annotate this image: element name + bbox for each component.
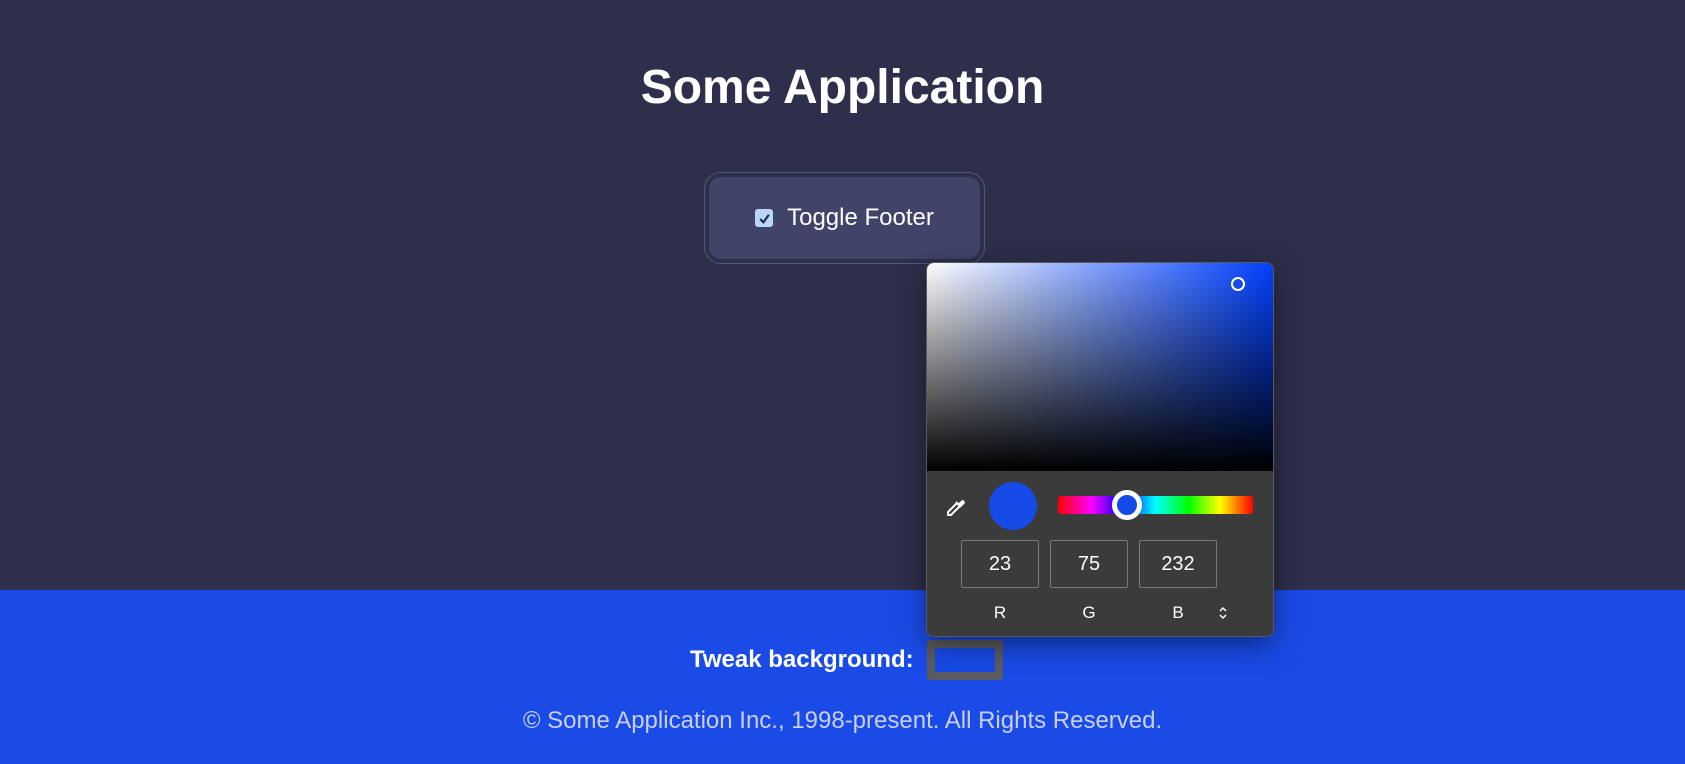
color-mode-switch-button[interactable] — [1215, 604, 1231, 622]
eyedropper-icon — [947, 500, 965, 516]
background-color-input[interactable] — [926, 640, 1003, 680]
color-picker-popup: R G B — [926, 262, 1274, 637]
red-label: R — [993, 603, 1007, 622]
hue-slider-thumb[interactable] — [1112, 490, 1143, 520]
tweak-background-row: Tweak background: — [690, 640, 1003, 680]
toggle-footer-checkbox[interactable] — [755, 209, 774, 227]
green-label: G — [1082, 603, 1096, 622]
hue-slider[interactable] — [1058, 490, 1253, 520]
color-swatch — [934, 648, 995, 672]
toggle-footer-button[interactable]: Toggle Footer — [704, 172, 985, 264]
footer: Tweak background: © Some Application Inc… — [0, 590, 1685, 764]
color-preview — [989, 482, 1037, 530]
checkmark-icon — [759, 213, 770, 224]
rgb-labels: R G B — [961, 603, 1217, 623]
blue-input[interactable] — [1139, 540, 1217, 588]
eyedropper-button[interactable] — [943, 494, 969, 520]
copyright-text: © Some Application Inc., 1998-present. A… — [522, 707, 1163, 734]
page-title: Some Application — [640, 61, 1045, 114]
rgb-fields — [961, 540, 1217, 588]
saturation-brightness-thumb[interactable] — [1231, 276, 1246, 291]
red-input[interactable] — [961, 540, 1039, 588]
saturation-brightness-area[interactable] — [927, 263, 1273, 471]
up-down-chevron-icon — [1219, 606, 1227, 620]
tweak-background-label: Tweak background: — [690, 646, 914, 673]
green-input[interactable] — [1050, 540, 1128, 588]
blue-label: B — [1172, 603, 1184, 622]
toggle-footer-label: Toggle Footer — [787, 204, 934, 231]
